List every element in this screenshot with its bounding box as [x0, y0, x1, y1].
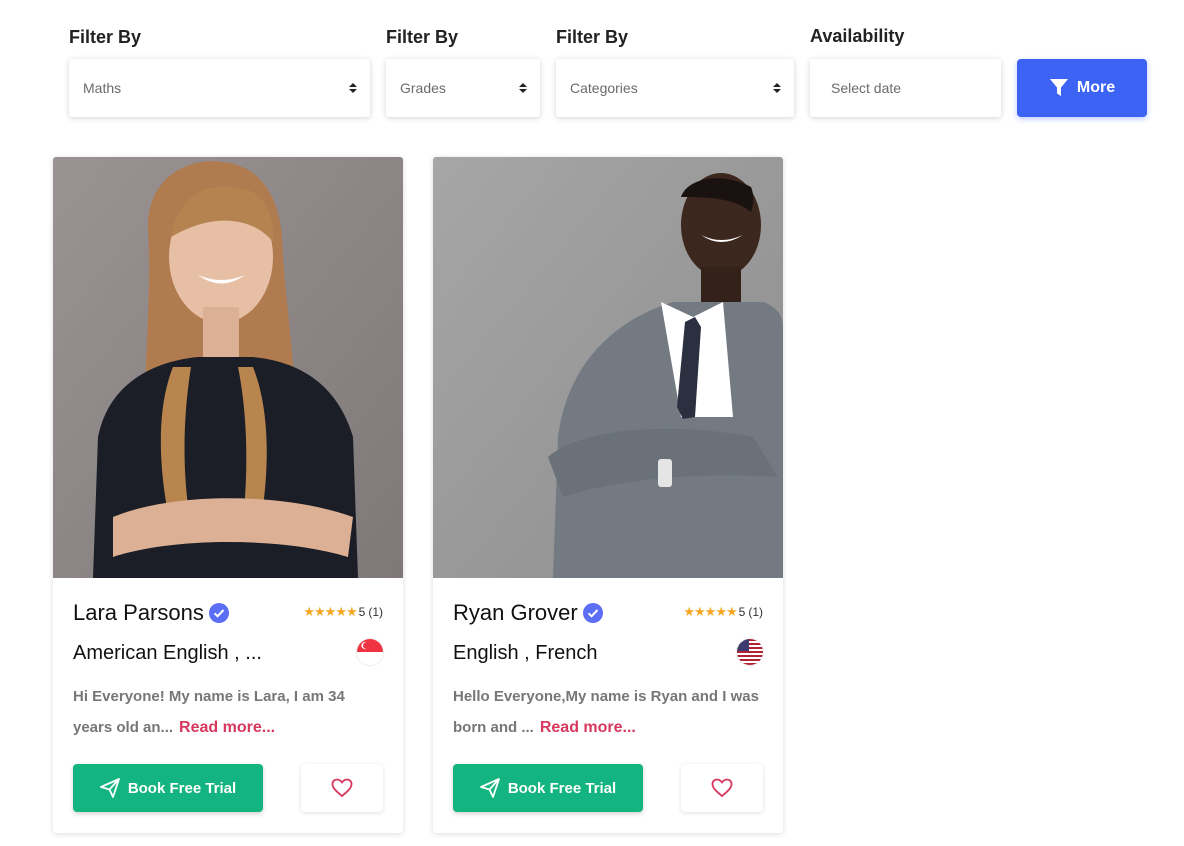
grades-select[interactable]: Grades	[386, 59, 540, 117]
categories-select[interactable]: Categories	[556, 59, 794, 117]
tutor-name[interactable]: Lara Parsons	[73, 600, 204, 626]
subject-filter-label: Filter By	[69, 27, 142, 47]
select-caret-icon	[349, 83, 357, 93]
singapore-flag-icon	[357, 639, 383, 665]
availability-date-input[interactable]: Select date	[810, 59, 1001, 117]
tutor-languages: American English , ...	[73, 642, 262, 664]
tutor-bio: Hi Everyone! My name is Lara, I am 34 ye…	[73, 681, 385, 743]
tutor-rating: ★★★★★ 5 (1)	[683, 604, 763, 620]
tutor-card: Ryan Grover ★★★★★ 5 (1) English , French…	[433, 157, 783, 833]
filter-icon	[1049, 79, 1068, 96]
paper-plane-icon	[479, 778, 500, 798]
subject-select[interactable]: Maths	[69, 59, 370, 117]
read-more-link[interactable]: Read more...	[540, 719, 636, 736]
availability-label: Availability	[810, 26, 905, 46]
book-free-trial-button[interactable]: Book Free Trial	[73, 764, 263, 812]
review-count: (1)	[748, 605, 763, 619]
star-rating-icon: ★★★★★	[683, 604, 737, 619]
tutor-bio: Hello Everyone,My name is Ryan and I was…	[453, 681, 765, 743]
book-free-trial-button[interactable]: Book Free Trial	[453, 764, 643, 812]
verified-badge-icon	[208, 603, 229, 623]
book-button-label: Book Free Trial	[507, 779, 617, 797]
date-placeholder: Select date	[831, 80, 902, 96]
categories-filter-label: Filter By	[556, 27, 629, 47]
paper-plane-icon	[99, 778, 120, 798]
usa-flag-icon	[737, 639, 763, 665]
grades-filter-label: Filter By	[386, 27, 459, 47]
book-button-label: Book Free Trial	[127, 779, 237, 797]
tutor-rating: ★★★★★ 5 (1)	[303, 604, 383, 620]
review-count: (1)	[368, 605, 383, 619]
heart-icon	[331, 778, 353, 798]
more-filters-button[interactable]: More	[1017, 59, 1147, 117]
more-button-label: More	[1076, 79, 1116, 96]
tutor-card: Lara Parsons ★★★★★ 5 (1) American Englis…	[53, 157, 403, 833]
select-caret-icon	[519, 83, 527, 93]
grades-select-value: Grades	[400, 80, 446, 96]
favorite-button[interactable]	[681, 764, 763, 812]
tutor-name[interactable]: Ryan Grover	[453, 600, 578, 626]
select-caret-icon	[773, 83, 781, 93]
tutor-photo	[53, 157, 403, 578]
heart-icon	[711, 778, 733, 798]
verified-badge-icon	[582, 603, 603, 623]
tutor-languages: English , French	[453, 642, 598, 664]
star-rating-icon: ★★★★★	[303, 604, 357, 619]
rating-value: 5	[358, 605, 366, 619]
tutor-photo	[433, 157, 783, 578]
subject-select-value: Maths	[83, 80, 122, 96]
categories-select-value: Categories	[570, 80, 638, 96]
read-more-link[interactable]: Read more...	[179, 719, 275, 736]
favorite-button[interactable]	[301, 764, 383, 812]
rating-value: 5	[738, 605, 746, 619]
